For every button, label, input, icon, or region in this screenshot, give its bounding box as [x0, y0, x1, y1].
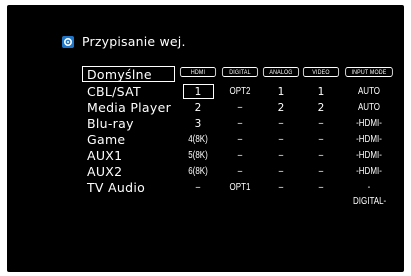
- cell-game-digital[interactable]: –: [224, 133, 256, 147]
- cell-aux1-digital[interactable]: –: [224, 149, 256, 163]
- row-label-tv-audio[interactable]: TV Audio: [87, 180, 145, 195]
- row-label-game[interactable]: Game: [87, 132, 125, 147]
- cell-blu-ray-analog[interactable]: –: [265, 117, 297, 131]
- column-header-hdmi: HDMI: [179, 67, 217, 77]
- cell-game-input-mode[interactable]: -HDMI-: [353, 133, 385, 147]
- cell-media-player-analog[interactable]: 2: [261, 101, 301, 115]
- row-label-cbl-sat[interactable]: CBL/SAT: [87, 84, 141, 99]
- header: Przypisanie wej.: [62, 34, 186, 49]
- cell-tv-audio-digital[interactable]: OPT1: [224, 181, 256, 195]
- page-title: Przypisanie wej.: [82, 34, 186, 49]
- column-header-digital: DIGITAL: [221, 67, 259, 77]
- cell-tv-audio-analog[interactable]: –: [265, 181, 297, 195]
- row-label-default[interactable]: Domyślne: [87, 67, 152, 82]
- cell-aux1-input-mode[interactable]: -HDMI-: [353, 149, 385, 163]
- cell-tv-audio-input-mode[interactable]: -DIGITAL-: [353, 181, 386, 209]
- cell-media-player-digital[interactable]: –: [224, 101, 256, 115]
- row-label-aux1[interactable]: AUX1: [87, 148, 122, 163]
- cell-media-player-hdmi[interactable]: 2: [178, 101, 218, 115]
- cell-aux2-video[interactable]: –: [305, 165, 337, 179]
- cell-cbl-sat-hdmi[interactable]: 1: [178, 85, 218, 99]
- cell-blu-ray-video[interactable]: –: [305, 117, 337, 131]
- cell-cbl-sat-analog[interactable]: 1: [261, 85, 301, 99]
- column-header-input-mode: INPUT MODE: [345, 67, 393, 77]
- cell-cbl-sat-input-mode[interactable]: AUTO: [353, 85, 385, 99]
- cell-blu-ray-hdmi[interactable]: 3: [178, 117, 218, 131]
- cell-aux2-hdmi[interactable]: 6(8K): [182, 165, 214, 179]
- cell-game-analog[interactable]: –: [265, 133, 297, 147]
- column-header-analog: ANALOG: [262, 67, 300, 77]
- screen: Przypisanie wej. HDMI DIGITAL ANALOG VID…: [7, 5, 404, 272]
- cell-tv-audio-hdmi[interactable]: –: [182, 181, 214, 195]
- row-label-media-player[interactable]: Media Player: [87, 100, 171, 115]
- cell-media-player-video[interactable]: 2: [301, 101, 341, 115]
- cell-aux1-video[interactable]: –: [305, 149, 337, 163]
- cell-aux1-hdmi[interactable]: 5(8K): [182, 149, 214, 163]
- cell-aux1-analog[interactable]: –: [265, 149, 297, 163]
- cell-blu-ray-input-mode[interactable]: -HDMI-: [353, 117, 385, 131]
- cell-blu-ray-digital[interactable]: –: [224, 117, 256, 131]
- cell-game-hdmi[interactable]: 4(8K): [182, 133, 214, 147]
- row-label-aux2[interactable]: AUX2: [87, 164, 122, 179]
- cell-tv-audio-video[interactable]: –: [305, 181, 337, 195]
- cell-aux2-input-mode[interactable]: -HDMI-: [353, 165, 385, 179]
- row-label-blu-ray[interactable]: Blu-ray: [87, 116, 134, 131]
- cell-media-player-input-mode[interactable]: AUTO: [353, 101, 385, 115]
- input-assign-icon: [62, 35, 74, 48]
- column-header-video: VIDEO: [302, 67, 340, 77]
- cell-aux2-digital[interactable]: –: [224, 165, 256, 179]
- cell-game-video[interactable]: –: [305, 133, 337, 147]
- cell-cbl-sat-digital[interactable]: OPT2: [224, 85, 256, 99]
- cell-aux2-analog[interactable]: –: [265, 165, 297, 179]
- cell-cbl-sat-video[interactable]: 1: [301, 85, 341, 99]
